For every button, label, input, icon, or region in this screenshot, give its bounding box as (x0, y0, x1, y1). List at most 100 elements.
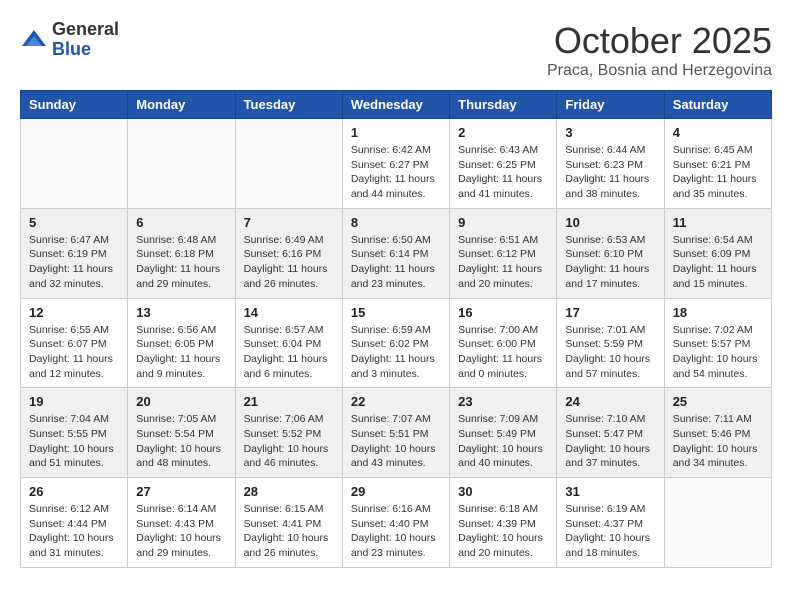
logo-blue-text: Blue (52, 40, 119, 60)
calendar-cell: 9 Sunrise: 6:51 AM Sunset: 6:12 PM Daylig… (450, 208, 557, 298)
day-number: 8 (351, 215, 441, 230)
day-number: 9 (458, 215, 548, 230)
day-info: Sunrise: 7:11 AM Sunset: 5:46 PM Dayligh… (673, 412, 763, 471)
day-number: 18 (673, 305, 763, 320)
day-info: Sunrise: 7:06 AM Sunset: 5:52 PM Dayligh… (244, 412, 334, 471)
calendar-week-row: 1 Sunrise: 6:42 AM Sunset: 6:27 PM Daylig… (21, 119, 772, 209)
day-info: Sunrise: 6:55 AM Sunset: 6:07 PM Dayligh… (29, 323, 119, 382)
calendar-cell: 2Sunrise: 6:43 AM Sunset: 6:25 PM Daylig… (450, 119, 557, 209)
day-number: 6 (136, 215, 226, 230)
calendar-cell: 25 Sunrise: 7:11 AM Sunset: 5:46 PM Dayli… (664, 388, 771, 478)
calendar-cell: 24 Sunrise: 7:10 AM Sunset: 5:47 PM Dayli… (557, 388, 664, 478)
day-info: Sunrise: 6:12 AM Sunset: 4:44 PM Dayligh… (29, 502, 119, 561)
calendar-cell: 10 Sunrise: 6:53 AM Sunset: 6:10 PM Dayli… (557, 208, 664, 298)
day-info: Sunrise: 6:18 AM Sunset: 4:39 PM Dayligh… (458, 502, 548, 561)
day-info: Sunrise: 7:05 AM Sunset: 5:54 PM Dayligh… (136, 412, 226, 471)
calendar-cell: 31 Sunrise: 6:19 AM Sunset: 4:37 PM Dayli… (557, 478, 664, 568)
day-info: Sunrise: 6:54 AM Sunset: 6:09 PM Dayligh… (673, 233, 763, 292)
day-number: 23 (458, 394, 548, 409)
calendar-cell: 26 Sunrise: 6:12 AM Sunset: 4:44 PM Dayli… (21, 478, 128, 568)
day-info: Sunrise: 6:51 AM Sunset: 6:12 PM Dayligh… (458, 233, 548, 292)
day-info: Sunrise: 7:04 AM Sunset: 5:55 PM Dayligh… (29, 412, 119, 471)
calendar-cell: 4 Sunrise: 6:45 AM Sunset: 6:21 PM Daylig… (664, 119, 771, 209)
day-number: 3 (565, 125, 655, 140)
day-info: Sunrise: 6:14 AM Sunset: 4:43 PM Dayligh… (136, 502, 226, 561)
day-info: Sunrise: 6:19 AM Sunset: 4:37 PM Dayligh… (565, 502, 655, 561)
day-info: Sunrise: 7:09 AM Sunset: 5:49 PM Dayligh… (458, 412, 548, 471)
calendar-table: SundayMondayTuesdayWednesdayThursdayFrid… (20, 90, 772, 568)
calendar-week-row: 26 Sunrise: 6:12 AM Sunset: 4:44 PM Dayli… (21, 478, 772, 568)
calendar-cell: 22 Sunrise: 7:07 AM Sunset: 5:51 PM Dayli… (342, 388, 449, 478)
day-info: Sunrise: 7:00 AM Sunset: 6:00 PM Dayligh… (458, 323, 548, 382)
calendar-header-row: SundayMondayTuesdayWednesdayThursdayFrid… (21, 91, 772, 119)
day-number: 19 (29, 394, 119, 409)
month-title: October 2025 (547, 20, 772, 62)
calendar-cell: 3Sunrise: 6:44 AM Sunset: 6:23 PM Daylig… (557, 119, 664, 209)
day-number: 15 (351, 305, 441, 320)
calendar-cell: 14 Sunrise: 6:57 AM Sunset: 6:04 PM Dayli… (235, 298, 342, 388)
day-number: 16 (458, 305, 548, 320)
day-info: Sunrise: 7:07 AM Sunset: 5:51 PM Dayligh… (351, 412, 441, 471)
day-number: 10 (565, 215, 655, 230)
day-info: Sunrise: 6:48 AM Sunset: 6:18 PM Dayligh… (136, 233, 226, 292)
calendar-cell: 6 Sunrise: 6:48 AM Sunset: 6:18 PM Daylig… (128, 208, 235, 298)
day-header-monday: Monday (128, 91, 235, 119)
day-header-tuesday: Tuesday (235, 91, 342, 119)
day-number: 7 (244, 215, 334, 230)
calendar-cell: 13 Sunrise: 6:56 AM Sunset: 6:05 PM Dayli… (128, 298, 235, 388)
day-info: Sunrise: 6:42 AM Sunset: 6:27 PM Dayligh… (351, 143, 441, 202)
day-number: 27 (136, 484, 226, 499)
day-info: Sunrise: 6:53 AM Sunset: 6:10 PM Dayligh… (565, 233, 655, 292)
day-number: 12 (29, 305, 119, 320)
day-info: Sunrise: 6:16 AM Sunset: 4:40 PM Dayligh… (351, 502, 441, 561)
day-info: Sunrise: 6:49 AM Sunset: 6:16 PM Dayligh… (244, 233, 334, 292)
day-info: Sunrise: 7:10 AM Sunset: 5:47 PM Dayligh… (565, 412, 655, 471)
calendar-cell (128, 119, 235, 209)
day-info: Sunrise: 6:47 AM Sunset: 6:19 PM Dayligh… (29, 233, 119, 292)
calendar-week-row: 5 Sunrise: 6:47 AM Sunset: 6:19 PM Daylig… (21, 208, 772, 298)
day-number: 13 (136, 305, 226, 320)
calendar-cell: 7 Sunrise: 6:49 AM Sunset: 6:16 PM Daylig… (235, 208, 342, 298)
calendar-cell: 1 Sunrise: 6:42 AM Sunset: 6:27 PM Daylig… (342, 119, 449, 209)
day-number: 21 (244, 394, 334, 409)
day-number: 24 (565, 394, 655, 409)
calendar-cell: 17 Sunrise: 7:01 AM Sunset: 5:59 PM Dayli… (557, 298, 664, 388)
day-number: 28 (244, 484, 334, 499)
calendar-cell: 19 Sunrise: 7:04 AM Sunset: 5:55 PM Dayli… (21, 388, 128, 478)
day-info: Sunrise: 7:01 AM Sunset: 5:59 PM Dayligh… (565, 323, 655, 382)
day-number: 4 (673, 125, 763, 140)
day-number: 5 (29, 215, 119, 230)
calendar-cell: 27 Sunrise: 6:14 AM Sunset: 4:43 PM Dayli… (128, 478, 235, 568)
logo: General Blue (20, 20, 119, 60)
day-number: 1 (351, 125, 441, 140)
calendar-cell: 21 Sunrise: 7:06 AM Sunset: 5:52 PM Dayli… (235, 388, 342, 478)
calendar-cell (664, 478, 771, 568)
calendar-cell: 12 Sunrise: 6:55 AM Sunset: 6:07 PM Dayli… (21, 298, 128, 388)
day-info: Sunrise: 6:43 AM Sunset: 6:25 PM Dayligh… (458, 143, 548, 202)
day-number: 14 (244, 305, 334, 320)
page-header: General Blue October 2025 Praca, Bosnia … (20, 20, 772, 80)
day-number: 26 (29, 484, 119, 499)
day-number: 17 (565, 305, 655, 320)
calendar-cell: 15 Sunrise: 6:59 AM Sunset: 6:02 PM Dayli… (342, 298, 449, 388)
title-section: October 2025 Praca, Bosnia and Herzegovi… (547, 20, 772, 80)
day-header-sunday: Sunday (21, 91, 128, 119)
day-number: 25 (673, 394, 763, 409)
day-number: 11 (673, 215, 763, 230)
day-info: Sunrise: 6:15 AM Sunset: 4:41 PM Dayligh… (244, 502, 334, 561)
day-header-thursday: Thursday (450, 91, 557, 119)
calendar-cell: 28 Sunrise: 6:15 AM Sunset: 4:41 PM Dayli… (235, 478, 342, 568)
logo-general-text: General (52, 20, 119, 40)
day-header-friday: Friday (557, 91, 664, 119)
day-number: 22 (351, 394, 441, 409)
calendar-cell: 5 Sunrise: 6:47 AM Sunset: 6:19 PM Daylig… (21, 208, 128, 298)
day-info: Sunrise: 6:57 AM Sunset: 6:04 PM Dayligh… (244, 323, 334, 382)
calendar-cell (21, 119, 128, 209)
day-info: Sunrise: 6:59 AM Sunset: 6:02 PM Dayligh… (351, 323, 441, 382)
calendar-cell: 11 Sunrise: 6:54 AM Sunset: 6:09 PM Dayli… (664, 208, 771, 298)
day-number: 20 (136, 394, 226, 409)
calendar-cell (235, 119, 342, 209)
day-number: 31 (565, 484, 655, 499)
day-info: Sunrise: 6:45 AM Sunset: 6:21 PM Dayligh… (673, 143, 763, 202)
day-info: Sunrise: 6:56 AM Sunset: 6:05 PM Dayligh… (136, 323, 226, 382)
